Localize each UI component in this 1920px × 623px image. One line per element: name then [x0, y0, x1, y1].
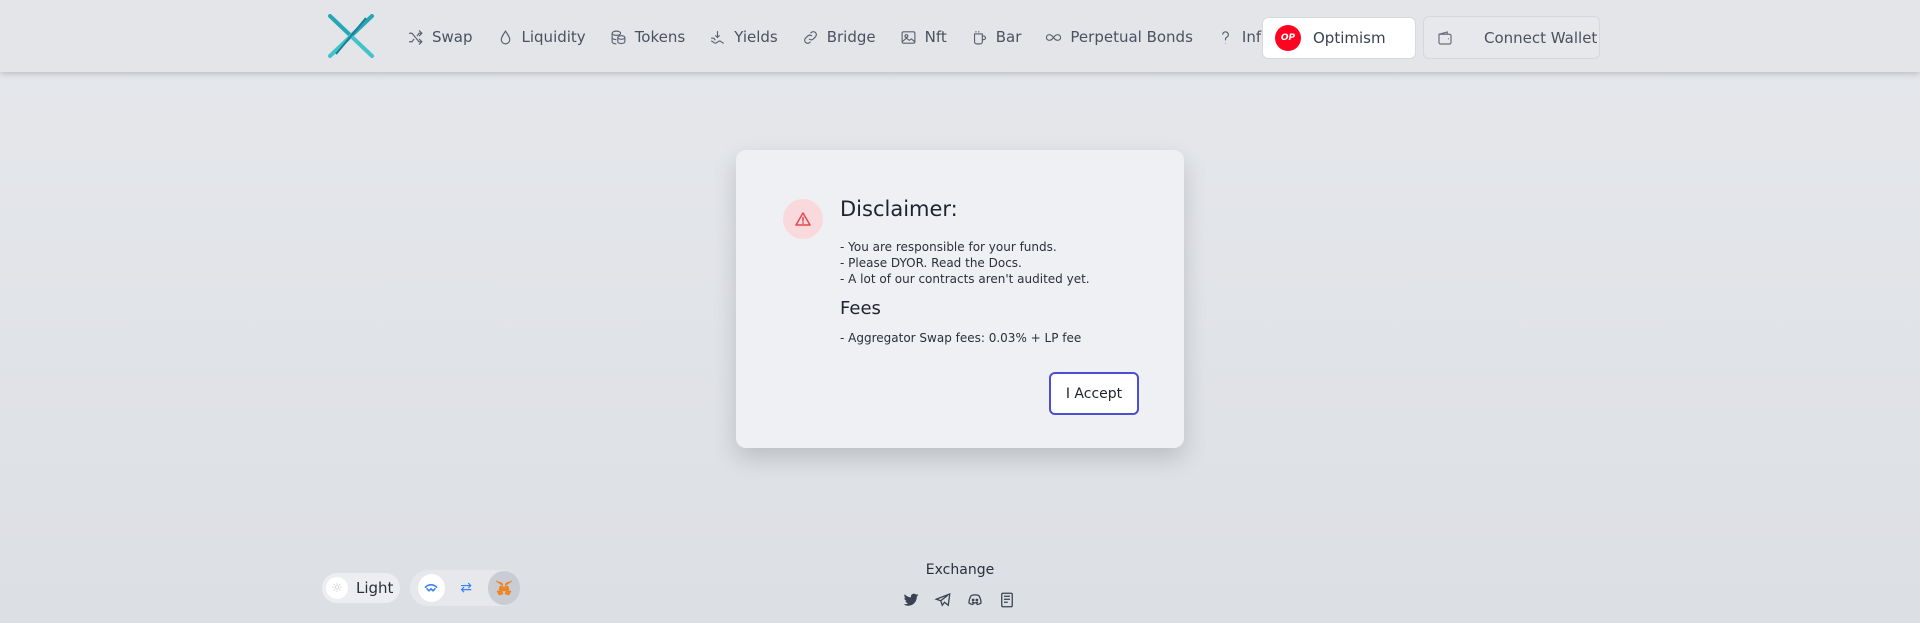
fee-line: - Aggregator Swap fees: 0.03% + LP fee — [840, 331, 1082, 345]
mug-icon — [973, 30, 986, 44]
coins-icon — [611, 30, 626, 44]
footer-title: Exchange — [925, 562, 995, 578]
telegram-icon[interactable] — [934, 591, 952, 609]
nav-tokens[interactable]: Tokens — [610, 22, 686, 52]
swap-arrows-icon[interactable]: ⇄ — [453, 574, 480, 602]
optimism-icon: OP — [1275, 25, 1301, 51]
warning-icon — [795, 212, 811, 226]
nav-bridge[interactable]: Bridge — [802, 22, 876, 52]
disclaimer-line: - A lot of our contracts aren't audited … — [840, 272, 1090, 286]
nav-yields[interactable]: Yields — [709, 22, 778, 52]
disclaimer-line: - You are responsible for your funds. — [840, 240, 1057, 254]
nav-yields-label: Yields — [734, 28, 778, 46]
nav-liquidity[interactable]: Liquidity — [497, 22, 586, 52]
nav-tokens-label: Tokens — [634, 28, 686, 46]
metamask-icon[interactable] — [487, 571, 520, 605]
question-icon — [1221, 30, 1229, 44]
image-icon — [901, 30, 916, 44]
app-logo[interactable] — [326, 14, 376, 58]
discord-icon[interactable] — [966, 591, 984, 609]
wallet-icon — [1438, 30, 1452, 45]
yield-icon — [711, 30, 725, 44]
nav-bar-label: Bar — [995, 28, 1022, 46]
warning-badge — [783, 199, 823, 239]
shuffle-icon — [409, 29, 423, 45]
link-icon — [803, 30, 817, 44]
nav-bridge-label: Bridge — [826, 28, 876, 46]
disclaimer-lines: - You are responsible for your funds. - … — [840, 239, 1090, 287]
nav-nft[interactable]: Nft — [900, 22, 947, 52]
twitter-icon[interactable] — [902, 591, 920, 609]
droplet-icon — [500, 29, 510, 44]
theme-label: Light — [356, 579, 394, 597]
fees-heading: Fees — [840, 298, 881, 319]
network-selector[interactable]: OP Optimism — [1262, 17, 1416, 59]
network-label: Optimism — [1313, 29, 1386, 47]
nav-perpetual-bonds-label: Perpetual Bonds — [1070, 28, 1193, 46]
accept-button[interactable]: I Accept — [1049, 372, 1139, 415]
nav-nft-label: Nft — [924, 28, 947, 46]
infinity-icon — [1046, 33, 1062, 41]
top-navbar: Swap Liquidity Tokens Yields Bridge Nft … — [0, 0, 1920, 72]
wallet-providers: ⇄ — [410, 570, 520, 606]
sun-icon: ☼ — [326, 577, 348, 599]
connect-wallet-button[interactable]: Connect Wallet — [1423, 16, 1600, 59]
nav-swap-label: Swap — [432, 28, 473, 46]
social-links — [902, 591, 1016, 609]
main-nav: Swap Liquidity Tokens Yields Bridge Nft … — [407, 22, 1294, 52]
walletconnect-icon[interactable] — [418, 574, 445, 602]
docs-icon[interactable] — [998, 591, 1016, 609]
disclaimer-line: - Please DYOR. Read the Docs. — [840, 256, 1022, 270]
modal-title: Disclaimer: — [840, 197, 958, 221]
theme-toggle[interactable]: ☼ Light — [322, 573, 400, 603]
nav-swap[interactable]: Swap — [407, 22, 473, 52]
disclaimer-modal: Disclaimer: - You are responsible for yo… — [736, 150, 1184, 448]
nav-perpetual-bonds[interactable]: Perpetual Bonds — [1045, 22, 1193, 52]
nav-bar[interactable]: Bar — [971, 22, 1022, 52]
connect-wallet-label: Connect Wallet — [1484, 28, 1598, 47]
nav-liquidity-label: Liquidity — [521, 28, 586, 46]
